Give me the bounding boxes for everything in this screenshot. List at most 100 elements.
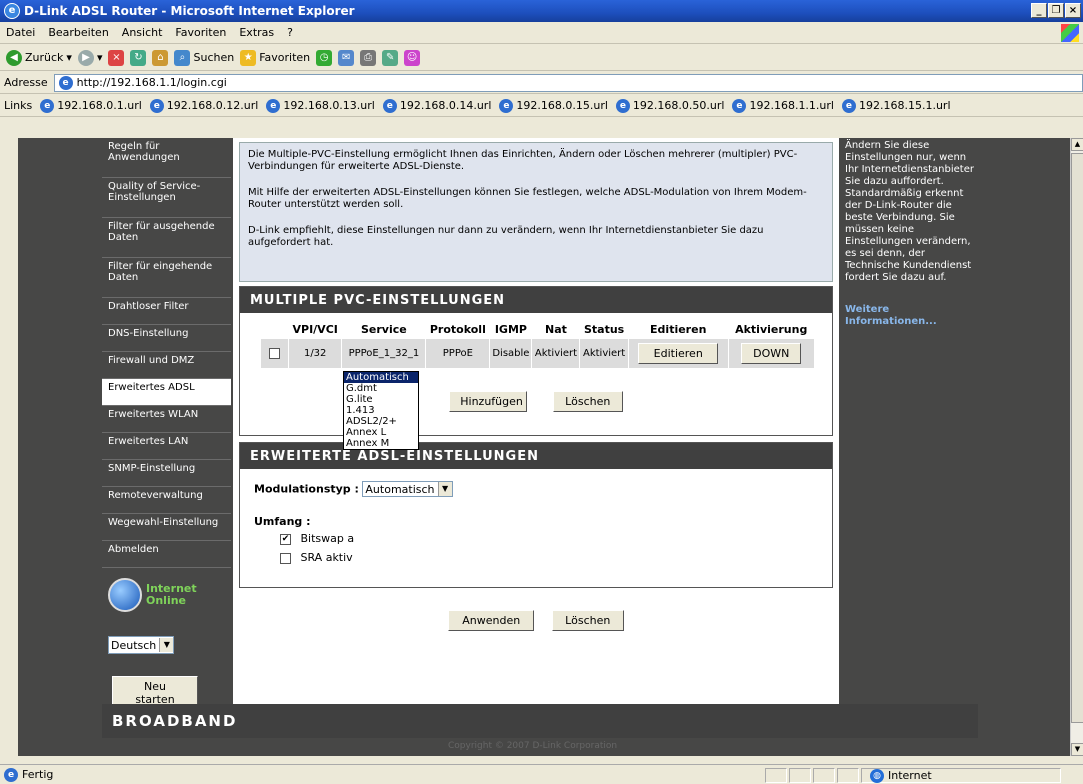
sidebar-item-logout[interactable]: Abmelden [102,541,231,568]
bitswap-checkbox[interactable]: ✔ [280,533,291,545]
delete-pvc-button[interactable]: Löschen [552,391,623,412]
modulation-select[interactable]: Automatisch ▼ [362,481,453,497]
sidebar-item-wireless-filter[interactable]: Drahtloser Filter [102,298,231,325]
title-bar: e D-Link ADSL Router - Microsoft Interne… [0,0,1083,22]
language-select[interactable]: Deutsch ▼ [108,636,175,654]
col-igmp: IGMP [494,323,527,336]
option-glite[interactable]: G.lite [344,394,418,405]
col-status: Status [583,323,625,336]
status-text: Fertig [22,768,54,781]
delete-button[interactable]: Löschen [551,610,624,631]
back-button[interactable]: ◀ Zurück ▾ [6,49,72,66]
back-arrow-icon: ◀ [6,49,22,66]
copyright-text: Copyright © 2007 D-Link Corporation [448,741,618,751]
home-icon[interactable]: ⌂ [152,49,169,66]
pvc-section-title: MULTIPLE PVC-EINSTELLUNGEN [240,287,832,313]
col-protokoll: Protokoll [429,323,486,336]
history-icon[interactable]: ◷ [316,49,333,66]
favorites-label: Favoriten [259,51,311,64]
ie-link-icon: e [40,98,55,113]
sidebar-item-routing[interactable]: Wegewahl-Einstellung [102,514,231,541]
print-icon[interactable]: ⎙ [360,49,377,66]
link-item[interactable]: e 192.168.0.12.url [149,98,258,113]
link-item[interactable]: e 192.168.0.14.url [382,98,491,113]
messenger-icon[interactable]: ☺ [404,49,421,66]
menu-extras[interactable]: Extras [239,26,274,39]
chevron-down-icon: ▼ [159,638,174,652]
close-button[interactable]: × [1065,3,1081,18]
sidebar-item-qos[interactable]: Quality of Service-Einstellungen [102,178,231,218]
links-bar: Links e 192.168.0.1.url e 192.168.0.12.url… [0,95,1083,117]
sidebar-item-lan[interactable]: Erweitertes LAN [102,433,231,460]
apply-button[interactable]: Anwenden [448,610,535,631]
option-automatisch[interactable]: Automatisch [344,372,418,383]
stop-icon[interactable]: × [108,49,125,66]
search-button[interactable]: ⌕ Suchen [174,49,235,66]
window-title: D-Link ADSL Router - Microsoft Internet … [24,4,355,18]
search-label: Suchen [193,51,235,64]
ie-link-icon: e [615,98,630,113]
scope-label: Umfang : [254,515,311,528]
adsl-section-title: ERWEITERTE ADSL-EINSTELLUNGEN [240,443,832,469]
minimize-button[interactable]: _ [1031,3,1047,18]
mail-icon[interactable]: ✉ [338,49,355,66]
refresh-icon[interactable]: ↻ [130,49,147,66]
favorites-button[interactable]: ★ Favoriten [240,49,311,66]
sidebar-item-snmp[interactable]: SNMP-Einstellung [102,460,231,487]
language-value: Deutsch [111,638,157,652]
ie-link-icon: e [266,98,281,113]
option-annex-l[interactable]: Annex L [344,427,418,438]
menu-ansicht[interactable]: Ansicht [122,26,163,39]
link-item[interactable]: e 192.168.0.15.url [499,98,608,113]
link-item[interactable]: e 192.168.0.1.url [40,98,142,113]
scroll-thumb[interactable] [1071,153,1083,723]
menu-favoriten[interactable]: Favoriten [175,26,226,39]
sidebar-item-adsl[interactable]: Erweitertes ADSL [102,379,231,406]
sidebar-item-regeln[interactable]: Regeln für Anwendungen [102,138,231,178]
status-cell [813,768,835,783]
sidebar-item-dns[interactable]: DNS-Einstellung [102,325,231,352]
edit-pvc-button[interactable]: Editieren [638,343,719,364]
scroll-down-icon[interactable]: ▼ [1071,743,1083,756]
activation-button[interactable]: DOWN [741,343,802,364]
intro-text-3: D-Link empfiehlt, diese Einstellungen nu… [248,225,764,248]
menu-datei[interactable]: Datei [6,26,35,39]
sidebar-item-remote[interactable]: Remoteverwaltung [102,487,231,514]
link-text: 192.168.0.1.url [57,99,142,112]
row-checkbox[interactable] [269,347,280,359]
link-item[interactable]: e 192.168.0.50.url [615,98,724,113]
links-label: Links [4,99,33,112]
address-input[interactable]: e http://192.168.1.1/login.cgi [53,73,1083,92]
link-item[interactable]: e 192.168.1.1.url [732,98,834,113]
edit-icon[interactable]: ✎ [382,49,399,66]
link-text: 192.168.1.1.url [749,99,834,112]
pvc-table: VPI/VCI Service Protokoll IGMP Nat Statu… [260,321,815,369]
cell-protokoll: PPPoE [425,338,491,369]
restore-button[interactable]: ❐ [1048,3,1064,18]
vertical-scrollbar[interactable]: ▲ ▼ [1070,138,1083,756]
sra-checkbox[interactable] [280,552,291,564]
forward-arrow-icon: ▶ [77,49,94,66]
option-adsl2[interactable]: ADSL2/2+ [344,416,418,427]
add-pvc-button[interactable]: Hinzufügen [449,391,528,412]
menu-help[interactable]: ? [287,26,293,39]
sidebar-item-firewall[interactable]: Firewall und DMZ [102,352,231,379]
menu-bearbeiten[interactable]: Bearbeiten [48,26,108,39]
broadband-footer: BROADBAND [102,704,978,738]
more-info-link[interactable]: Weitere Informationen... [845,304,974,328]
help-text: Ändern Sie diese Einstellungen nur, wenn… [845,140,974,283]
forward-button[interactable]: ▶ ▾ [77,49,102,66]
link-item[interactable]: e 192.168.15.1.url [841,98,951,113]
option-1413[interactable]: 1.413 [344,405,418,416]
sidebar-item-wlan[interactable]: Erweitertes WLAN [102,406,231,433]
sidebar-item-filter-in[interactable]: Filter für eingehende Daten [102,258,231,298]
ie-link-icon: e [732,98,747,113]
scroll-up-icon[interactable]: ▲ [1071,138,1083,151]
address-label: Adresse [4,76,48,89]
globe-icon [108,578,142,612]
option-gdmt[interactable]: G.dmt [344,383,418,394]
link-item[interactable]: e 192.168.0.13.url [266,98,375,113]
sidebar-item-filter-out[interactable]: Filter für ausgehende Daten [102,218,231,258]
option-annex-m[interactable]: Annex M [344,438,418,449]
col-vpi-vci: VPI/VCI [292,323,338,336]
